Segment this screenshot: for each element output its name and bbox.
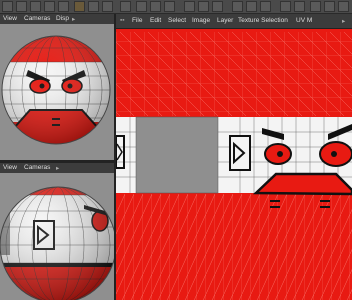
more-arrow-icon-bottom[interactable]: ▸ bbox=[56, 164, 59, 172]
tool-icon-4[interactable] bbox=[44, 1, 55, 12]
view-menu[interactable]: View bbox=[3, 15, 17, 22]
tool-icon-16[interactable] bbox=[232, 1, 243, 12]
tool-icon-20[interactable] bbox=[294, 1, 305, 12]
tool-icon-13[interactable] bbox=[184, 1, 195, 12]
uv-editor-menubar: ▪▪ File Edit Select Image Layer Texture … bbox=[116, 14, 352, 29]
tool-icon-11[interactable] bbox=[150, 1, 161, 12]
tool-icon-5[interactable] bbox=[58, 1, 69, 12]
viewport-top-menubar: View Cameras Disp ▸ bbox=[0, 14, 114, 24]
menu-layer[interactable]: Layer bbox=[217, 17, 233, 24]
tool-icon-12[interactable] bbox=[164, 1, 175, 12]
tool-icon-23[interactable] bbox=[338, 1, 349, 12]
menu-texture-selection[interactable]: Texture Selection bbox=[238, 17, 288, 24]
menu-image[interactable]: Image bbox=[192, 17, 210, 24]
menu-grip-icon: ▪▪ bbox=[120, 17, 125, 24]
sphere-render-front bbox=[1, 35, 111, 145]
tool-icon-14[interactable] bbox=[198, 1, 209, 12]
tool-icon-17[interactable] bbox=[246, 1, 257, 12]
uv-texture-map bbox=[116, 14, 352, 300]
menu-file[interactable]: File bbox=[132, 17, 142, 24]
cameras-menu[interactable]: Cameras bbox=[24, 15, 50, 22]
more-arrow-icon[interactable]: ▸ bbox=[72, 15, 75, 23]
person-icon[interactable] bbox=[74, 1, 85, 12]
cameras-menu-bottom[interactable]: Cameras bbox=[24, 164, 50, 171]
menu-select[interactable]: Select bbox=[168, 17, 186, 24]
tool-icon-9[interactable] bbox=[120, 1, 131, 12]
viewport-top[interactable]: View Cameras Disp ▸ bbox=[0, 14, 114, 160]
display-menu[interactable]: Disp bbox=[56, 15, 69, 22]
viewport-bottom[interactable]: View Cameras ▸ bbox=[0, 163, 114, 300]
menu-uv[interactable]: UV M bbox=[296, 17, 312, 24]
tool-icon-10[interactable] bbox=[136, 1, 147, 12]
tool-icon-2[interactable] bbox=[16, 1, 27, 12]
uv-editor-canvas[interactable] bbox=[116, 14, 352, 300]
view-menu-bottom[interactable]: View bbox=[3, 164, 17, 171]
tool-icon-15[interactable] bbox=[212, 1, 223, 12]
tool-icon-3[interactable] bbox=[30, 1, 41, 12]
viewport-bottom-menubar: View Cameras ▸ bbox=[0, 163, 114, 173]
menu-more-arrow-icon[interactable]: ▸ bbox=[342, 17, 345, 25]
sphere-render-side bbox=[0, 186, 114, 300]
tool-icon-22[interactable] bbox=[324, 1, 335, 12]
tool-icon-18[interactable] bbox=[260, 1, 271, 12]
menu-edit[interactable]: Edit bbox=[150, 17, 161, 24]
tool-icon-8[interactable] bbox=[102, 1, 113, 12]
tool-icon-21[interactable] bbox=[310, 1, 321, 12]
tool-icon-7[interactable] bbox=[88, 1, 99, 12]
main-toolbar bbox=[0, 0, 352, 14]
tool-icon-1[interactable] bbox=[2, 1, 13, 12]
tool-icon-19[interactable] bbox=[280, 1, 291, 12]
